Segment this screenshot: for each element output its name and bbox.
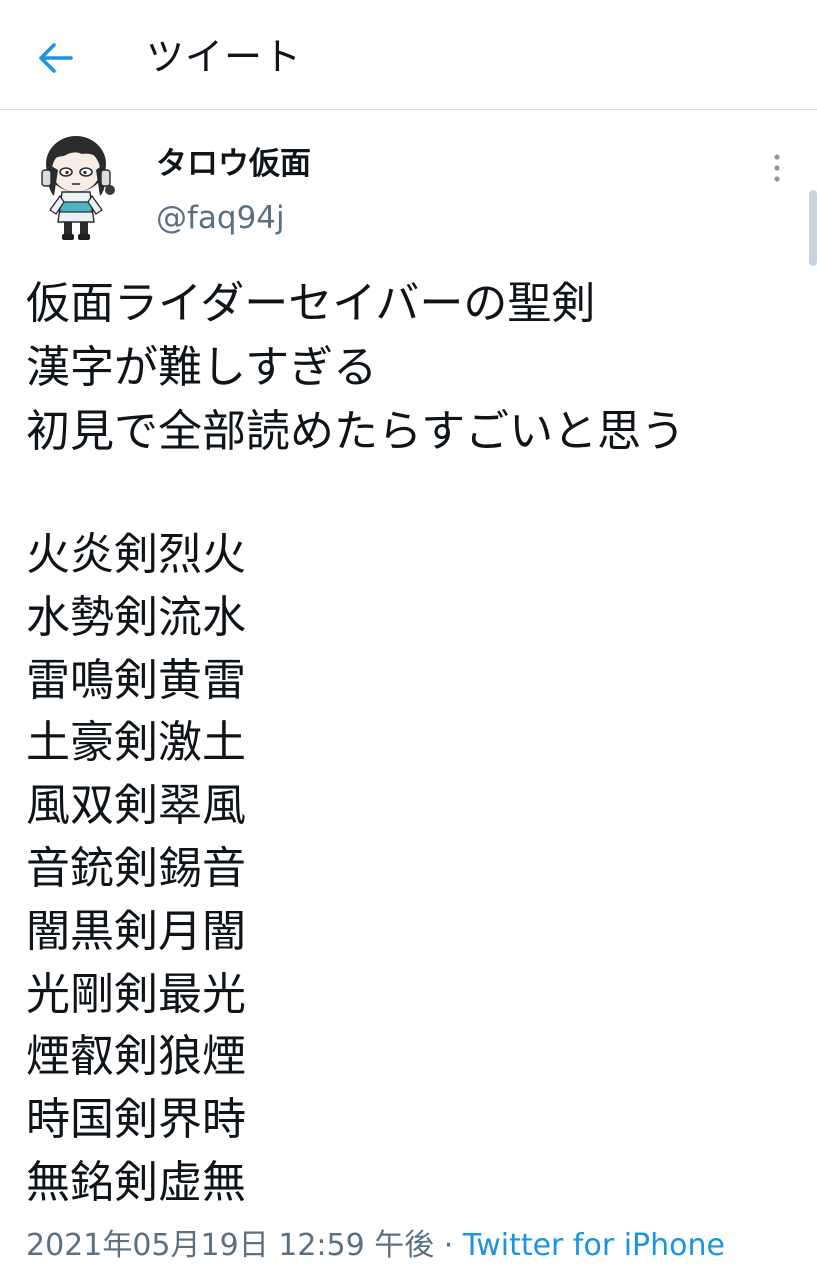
avatar[interactable] xyxy=(30,130,130,242)
tweet-meta: 2021年05月19日 12:59 午後 · Twitter for iPhon… xyxy=(26,1224,725,1268)
scrollbar-thumb[interactable] xyxy=(809,190,817,266)
sword-name: 雷鳴剣黄雷 xyxy=(26,654,246,706)
tweet-line: 初見で全部読めたらすごいと思う xyxy=(26,406,686,457)
top-bar: ツイート xyxy=(0,0,817,110)
sword-name: 火炎剣烈火 xyxy=(26,529,246,580)
tweet-line: 仮面ライダーセイバーの聖剣 xyxy=(26,278,596,329)
sword-name: 時国剣界時 xyxy=(26,1094,246,1146)
author-handle[interactable]: @faq94j xyxy=(156,196,285,240)
tweet-timestamp[interactable]: 2021年05月19日 12:59 午後 xyxy=(26,1228,434,1263)
sword-name: 音銃剣錫音 xyxy=(26,842,246,894)
sword-name: 闇黒剣月闇 xyxy=(26,905,246,957)
sword-name: 光剛剣最光 xyxy=(26,968,246,1020)
sword-list: 火炎剣烈火 水勢剣流水 雷鳴剣黄雷 土豪剣激土 風双剣翠風 音銃剣錫音 闇黒剣月… xyxy=(26,524,426,1215)
sword-name: 煙叡剣狼煙 xyxy=(26,1031,246,1083)
sword-name: 無銘剣虚無 xyxy=(26,1156,246,1208)
client-link[interactable]: Twitter for iPhone xyxy=(463,1228,725,1263)
meta-separator: · xyxy=(434,1228,463,1263)
more-vertical-icon xyxy=(774,154,780,182)
sword-name: 土豪剣激土 xyxy=(26,717,246,769)
sword-name: 水勢剣流水 xyxy=(26,591,246,643)
sword-name: 風双剣翠風 xyxy=(26,780,246,832)
tweet-text: 仮面ライダーセイバーの聖剣 漢字が難しすぎる 初見で全部読めたらすごいと思う xyxy=(26,272,806,464)
author-display-name[interactable]: タロウ仮面 xyxy=(156,142,311,186)
tweet-detail-page: ツイート タロウ仮面 @faq94j 仮面ライダーセイバーの聖剣 漢字が難しすぎ… xyxy=(0,0,817,1280)
more-options-button[interactable] xyxy=(760,148,794,188)
back-button[interactable] xyxy=(30,32,82,84)
arrow-left-icon xyxy=(39,43,73,73)
page-title: ツイート xyxy=(146,35,303,79)
tweet-line: 漢字が難しすぎる xyxy=(26,342,378,393)
